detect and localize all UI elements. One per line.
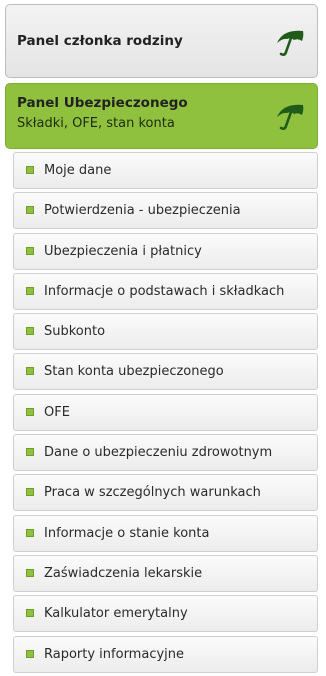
menu-item-zaswiadczenia-lekarskie[interactable]: Zaświadczenia lekarskie	[13, 554, 318, 592]
square-bullet-icon	[26, 206, 34, 215]
square-bullet-icon	[26, 246, 34, 255]
menu-item-label: Raporty informacyjne	[44, 646, 185, 662]
menu-item-subkonto[interactable]: Subkonto	[13, 313, 318, 351]
panel-insured-title: Panel Ubezpieczonego	[17, 95, 188, 111]
menu-item-informacje-stan-konta[interactable]: Informacje o stanie konta	[13, 514, 318, 552]
menu-item-kalkulator-emerytalny[interactable]: Kalkulator emerytalny	[13, 595, 318, 633]
panel-insured[interactable]: Panel Ubezpieczonego Składki, OFE, stan …	[5, 83, 318, 149]
menu-item-label: Stan konta ubezpieczonego	[44, 364, 224, 380]
menu-item-moje-dane[interactable]: Moje dane	[13, 152, 318, 189]
panel-insured-subtitle: Składki, OFE, stan konta	[17, 116, 175, 131]
menu-item-label: Dane o ubezpieczeniu zdrowotnym	[44, 445, 273, 461]
menu-item-raporty-informacyjne[interactable]: Raporty informacyjne	[13, 635, 318, 673]
panel-family-member[interactable]: Panel członka rodziny	[5, 4, 318, 78]
menu-item-label: Informacje o stanie konta	[44, 525, 210, 541]
insured-menu: Moje dane Potwierdzenia - ubezpieczenia …	[13, 152, 318, 676]
square-bullet-icon	[26, 286, 34, 295]
menu-item-label: Kalkulator emerytalny	[44, 606, 188, 622]
menu-item-label: Praca w szczególnych warunkach	[44, 485, 261, 501]
menu-item-label: OFE	[44, 404, 70, 420]
menu-item-label: Potwierdzenia - ubezpieczenia	[44, 203, 241, 219]
menu-item-label: Subkonto	[44, 324, 106, 340]
square-bullet-icon	[26, 327, 34, 336]
square-bullet-icon	[26, 528, 34, 537]
menu-item-label: Zaświadczenia lekarskie	[44, 565, 203, 581]
menu-item-label: Informacje o podstawach i składkach	[44, 283, 285, 299]
menu-item-podstawy-skladki[interactable]: Informacje o podstawach i składkach	[13, 272, 318, 310]
square-bullet-icon	[26, 609, 34, 618]
menu-item-ubezpieczenie-zdrowotne[interactable]: Dane o ubezpieczeniu zdrowotnym	[13, 434, 318, 472]
menu-item-ubezpieczenia-platnicy[interactable]: Ubezpieczenia i płatnicy	[13, 232, 318, 270]
menu-item-szczegolne-warunki[interactable]: Praca w szczególnych warunkach	[13, 474, 318, 512]
square-bullet-icon	[26, 568, 34, 577]
menu-item-stan-konta-ubezpieczonego[interactable]: Stan konta ubezpieczonego	[13, 353, 318, 391]
menu-item-potwierdzenia[interactable]: Potwierdzenia - ubezpieczenia	[13, 192, 318, 230]
umbrella-icon	[277, 104, 304, 130]
square-bullet-icon	[26, 488, 34, 497]
square-bullet-icon	[26, 649, 34, 658]
panel-family-member-title: Panel członka rodziny	[17, 33, 183, 49]
square-bullet-icon	[26, 166, 34, 174]
square-bullet-icon	[26, 407, 34, 416]
menu-item-ofe[interactable]: OFE	[13, 393, 318, 431]
square-bullet-icon	[26, 448, 34, 457]
square-bullet-icon	[26, 367, 34, 376]
menu-item-label: Ubezpieczenia i płatnicy	[44, 243, 202, 259]
menu-item-label: Moje dane	[44, 163, 112, 178]
umbrella-icon	[277, 30, 304, 56]
